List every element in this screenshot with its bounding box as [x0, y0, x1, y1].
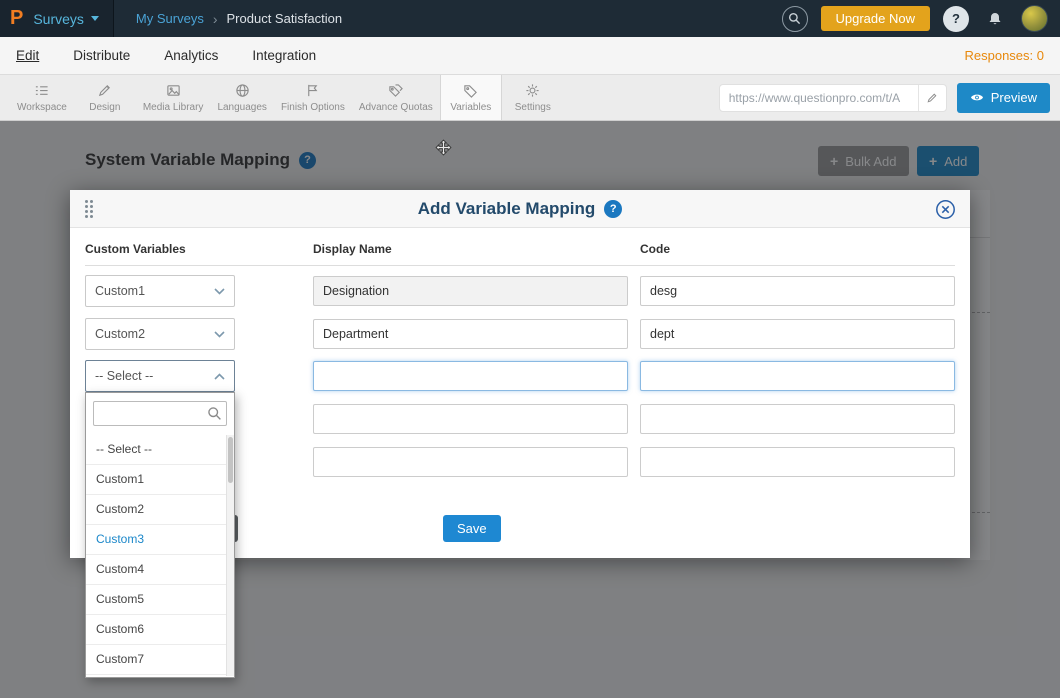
custom-variable-select[interactable]: Custom1 — [85, 275, 235, 307]
main-nav: Edit Distribute Analytics Integration Re… — [0, 37, 1060, 75]
tab-edit[interactable]: Edit — [16, 48, 39, 63]
finish-options-icon — [305, 83, 320, 98]
select-value: Custom2 — [95, 327, 145, 341]
display-name-input[interactable] — [313, 276, 628, 306]
tab-distribute[interactable]: Distribute — [73, 48, 130, 63]
chevron-up-icon — [214, 373, 225, 380]
toolbar-item-workspace[interactable]: Workspace — [10, 75, 74, 120]
select-value: -- Select -- — [95, 369, 153, 383]
app-window: P Surveys My Surveys › Product Satisfact… — [0, 0, 1060, 698]
edit-url-pencil-icon[interactable] — [918, 85, 946, 111]
toolbar-item-finish-options[interactable]: Finish Options — [274, 75, 352, 120]
dialog-header: Add Variable Mapping ? — [70, 190, 970, 228]
surveys-menu[interactable]: Surveys — [33, 11, 99, 27]
column-custom-variables: Custom Variables — [85, 242, 313, 265]
settings-gear-icon — [525, 83, 540, 98]
toolbar-item-settings[interactable]: Settings — [502, 75, 564, 120]
upgrade-now-button[interactable]: Upgrade Now — [821, 6, 931, 31]
dropdown-option[interactable]: Custom5 — [86, 585, 226, 615]
dialog-title: Add Variable Mapping ? — [70, 199, 970, 219]
add-variable-mapping-dialog: Add Variable Mapping ? Custom Variables … — [70, 190, 970, 558]
toolbar-item-languages[interactable]: Languages — [210, 75, 274, 120]
dropdown-option[interactable]: Custom1 — [86, 465, 226, 495]
eye-icon — [970, 92, 984, 103]
variable-row: -- Select -- — [85, 360, 955, 392]
dropdown-search-wrap — [93, 401, 227, 426]
custom-variable-dropdown-panel: -- Select -- Custom1 Custom2 Custom3 Cus… — [85, 392, 235, 678]
code-input[interactable] — [640, 404, 955, 434]
search-icon[interactable] — [782, 6, 808, 32]
column-code: Code — [640, 242, 955, 265]
tab-integration[interactable]: Integration — [252, 48, 316, 63]
survey-url-field[interactable]: https://www.questionpro.com/t/A — [719, 84, 947, 112]
toolbar-item-design[interactable]: Design — [74, 75, 136, 120]
preview-button[interactable]: Preview — [957, 83, 1050, 113]
user-avatar[interactable] — [1021, 5, 1048, 32]
workspace-icon — [34, 83, 49, 98]
dropdown-scrollbar[interactable] — [226, 435, 234, 676]
dropdown-option[interactable]: Custom4 — [86, 555, 226, 585]
custom-variable-select-open[interactable]: -- Select -- — [85, 360, 235, 392]
toolbar-item-advance-quotas[interactable]: Advance Quotas — [352, 75, 440, 120]
breadcrumb: My Surveys › Product Satisfaction — [136, 11, 342, 27]
dialog-help-icon[interactable]: ? — [604, 200, 622, 218]
toolbar-item-media-library[interactable]: Media Library — [136, 75, 211, 120]
dropdown-option[interactable]: Custom2 — [86, 495, 226, 525]
code-input[interactable] — [640, 276, 955, 306]
variables-tag-icon — [463, 83, 478, 98]
dropdown-scrollbar-thumb[interactable] — [228, 437, 233, 483]
variable-row: Custom1 — [85, 275, 955, 307]
close-icon[interactable] — [935, 199, 956, 225]
advance-quotas-icon — [388, 83, 403, 98]
questionpro-logo: P — [10, 7, 23, 30]
chevron-down-icon — [214, 331, 225, 338]
search-icon — [207, 406, 222, 421]
display-name-input[interactable] — [313, 319, 628, 349]
column-headers: Custom Variables Display Name Code — [85, 242, 955, 266]
dropdown-options-list: -- Select -- Custom1 Custom2 Custom3 Cus… — [86, 435, 226, 677]
display-name-input[interactable] — [313, 361, 628, 391]
edit-toolbar: Workspace Design Media Library Languages… — [0, 75, 1060, 121]
save-button[interactable]: Save — [443, 515, 501, 542]
code-input[interactable] — [640, 319, 955, 349]
drag-handle-icon[interactable] — [85, 200, 93, 218]
custom-variable-select[interactable]: Custom2 — [85, 318, 235, 350]
code-input[interactable] — [640, 447, 955, 477]
code-input[interactable] — [640, 361, 955, 391]
surveys-menu-label: Surveys — [33, 11, 84, 27]
dropdown-option-highlighted[interactable]: Custom3 — [86, 525, 226, 555]
help-icon[interactable]: ? — [943, 6, 969, 32]
toolbar-item-variables[interactable]: Variables — [440, 75, 502, 120]
responses-count: Responses: 0 — [965, 48, 1045, 63]
column-display-name: Display Name — [313, 242, 640, 265]
chevron-down-icon — [214, 288, 225, 295]
notifications-bell-icon[interactable] — [982, 6, 1008, 32]
top-bar: P Surveys My Surveys › Product Satisfact… — [0, 0, 1060, 37]
variable-row: Custom2 — [85, 318, 955, 350]
tab-analytics[interactable]: Analytics — [164, 48, 218, 63]
dropdown-option[interactable]: -- Select -- — [86, 435, 226, 465]
dropdown-option[interactable]: Custom7 — [86, 645, 226, 675]
brand-area: P Surveys — [0, 0, 114, 37]
languages-icon — [235, 83, 250, 98]
select-value: Custom1 — [95, 284, 145, 298]
design-icon — [97, 83, 112, 98]
display-name-input[interactable] — [313, 447, 628, 477]
media-library-icon — [166, 83, 181, 98]
dropdown-option[interactable]: Custom6 — [86, 615, 226, 645]
display-name-input[interactable] — [313, 404, 628, 434]
topbar-actions: Upgrade Now ? — [782, 5, 1060, 32]
breadcrumb-my-surveys[interactable]: My Surveys — [136, 11, 204, 26]
caret-down-icon — [91, 16, 99, 21]
survey-url-text: https://www.questionpro.com/t/A — [729, 91, 918, 105]
breadcrumb-current-survey: Product Satisfaction — [227, 11, 343, 26]
breadcrumb-separator: › — [213, 11, 218, 27]
